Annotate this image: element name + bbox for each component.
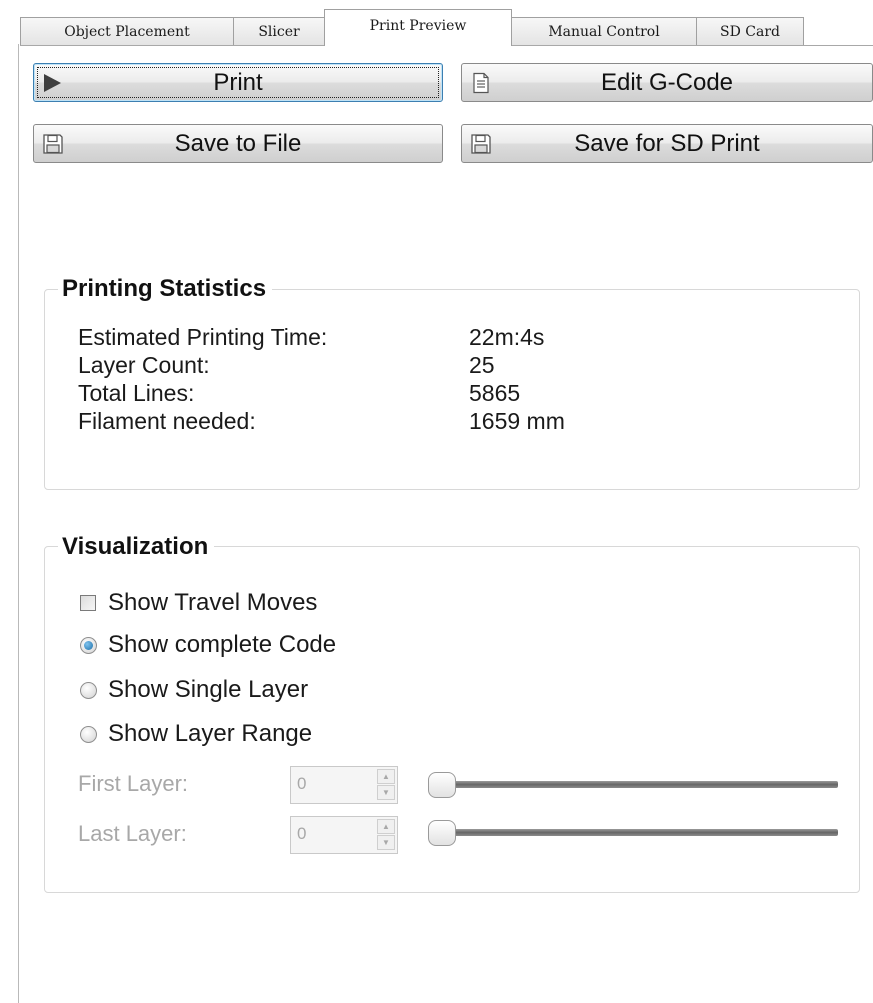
radio-unselected[interactable]: [80, 681, 97, 699]
tab-print-preview[interactable]: Print Preview: [324, 9, 512, 46]
tab-label: Object Placement: [64, 23, 190, 40]
spinner-up-icon[interactable]: ▲: [377, 769, 395, 784]
last-layer-value: 0: [297, 824, 307, 843]
estimated-time-label: Estimated Printing Time:: [78, 324, 328, 350]
tab-bar: Object Placement Slicer Print Preview Ma…: [20, 8, 873, 46]
slider-track: [430, 781, 838, 788]
layer-count-label: Layer Count:: [78, 352, 210, 378]
last-layer-spinner[interactable]: 0 ▲ ▼: [290, 816, 398, 854]
spinner-down-icon[interactable]: ▼: [377, 835, 395, 850]
edit-gcode-button[interactable]: Edit G-Code: [461, 63, 873, 102]
panel-left-border: [18, 44, 19, 1003]
show-single-layer-radio[interactable]: Show Single Layer: [80, 676, 308, 704]
save-to-file-button-label: Save to File: [174, 129, 302, 157]
first-layer-slider[interactable]: [428, 770, 838, 800]
spinner-buttons: ▲ ▼: [377, 819, 395, 851]
first-layer-value: 0: [297, 774, 307, 793]
radio-unselected[interactable]: [80, 725, 97, 743]
show-single-layer-label: Show Single Layer: [108, 676, 309, 703]
checkbox-box[interactable]: [80, 595, 96, 611]
show-layer-range-label: Show Layer Range: [108, 720, 313, 747]
print-button-label: Print: [213, 68, 263, 96]
tab-label: SD Card: [720, 23, 780, 40]
tab-manual-control[interactable]: Manual Control: [511, 17, 697, 45]
print-button[interactable]: Print: [33, 63, 443, 102]
last-layer-label: Last Layer:: [78, 821, 187, 846]
total-lines-label: Total Lines:: [78, 380, 195, 406]
slider-thumb[interactable]: [428, 820, 456, 846]
visualization-title: Visualization: [58, 533, 215, 561]
show-travel-moves-label: Show Travel Moves: [108, 589, 318, 616]
first-layer-spinner[interactable]: 0 ▲ ▼: [290, 766, 398, 804]
last-layer-slider[interactable]: [428, 818, 838, 848]
tab-sd-card[interactable]: SD Card: [696, 17, 804, 45]
slider-track: [430, 829, 838, 836]
estimated-time-value: 22m:4s: [469, 324, 545, 350]
tab-slicer[interactable]: Slicer: [233, 17, 325, 45]
tab-label: Manual Control: [548, 23, 660, 40]
filament-needed-value: 1659 mm: [469, 408, 565, 434]
spinner-buttons: ▲ ▼: [377, 769, 395, 801]
spinner-down-icon[interactable]: ▼: [377, 785, 395, 800]
filament-needed-label: Filament needed:: [78, 408, 256, 434]
tab-object-placement[interactable]: Object Placement: [20, 17, 234, 45]
show-travel-moves-checkbox[interactable]: Show Travel Moves: [80, 589, 317, 617]
first-layer-label: First Layer:: [78, 771, 189, 796]
save-for-sd-print-button-label: Save for SD Print: [574, 129, 760, 157]
show-complete-code-radio[interactable]: Show complete Code: [80, 631, 336, 659]
layer-count-value: 25: [469, 352, 495, 378]
save-for-sd-print-button[interactable]: Save for SD Print: [461, 124, 873, 163]
spinner-up-icon[interactable]: ▲: [377, 819, 395, 834]
printing-statistics-title: Printing Statistics: [58, 275, 273, 303]
tab-label: Print Preview: [369, 18, 467, 34]
radio-selected[interactable]: [80, 636, 97, 654]
slider-thumb[interactable]: [428, 772, 456, 798]
total-lines-value: 5865: [469, 380, 521, 406]
edit-gcode-button-label: Edit G-Code: [600, 68, 734, 96]
tab-label: Slicer: [258, 23, 300, 40]
show-complete-code-label: Show complete Code: [108, 631, 337, 658]
show-layer-range-radio[interactable]: Show Layer Range: [80, 720, 312, 748]
save-to-file-button[interactable]: Save to File: [33, 124, 443, 163]
